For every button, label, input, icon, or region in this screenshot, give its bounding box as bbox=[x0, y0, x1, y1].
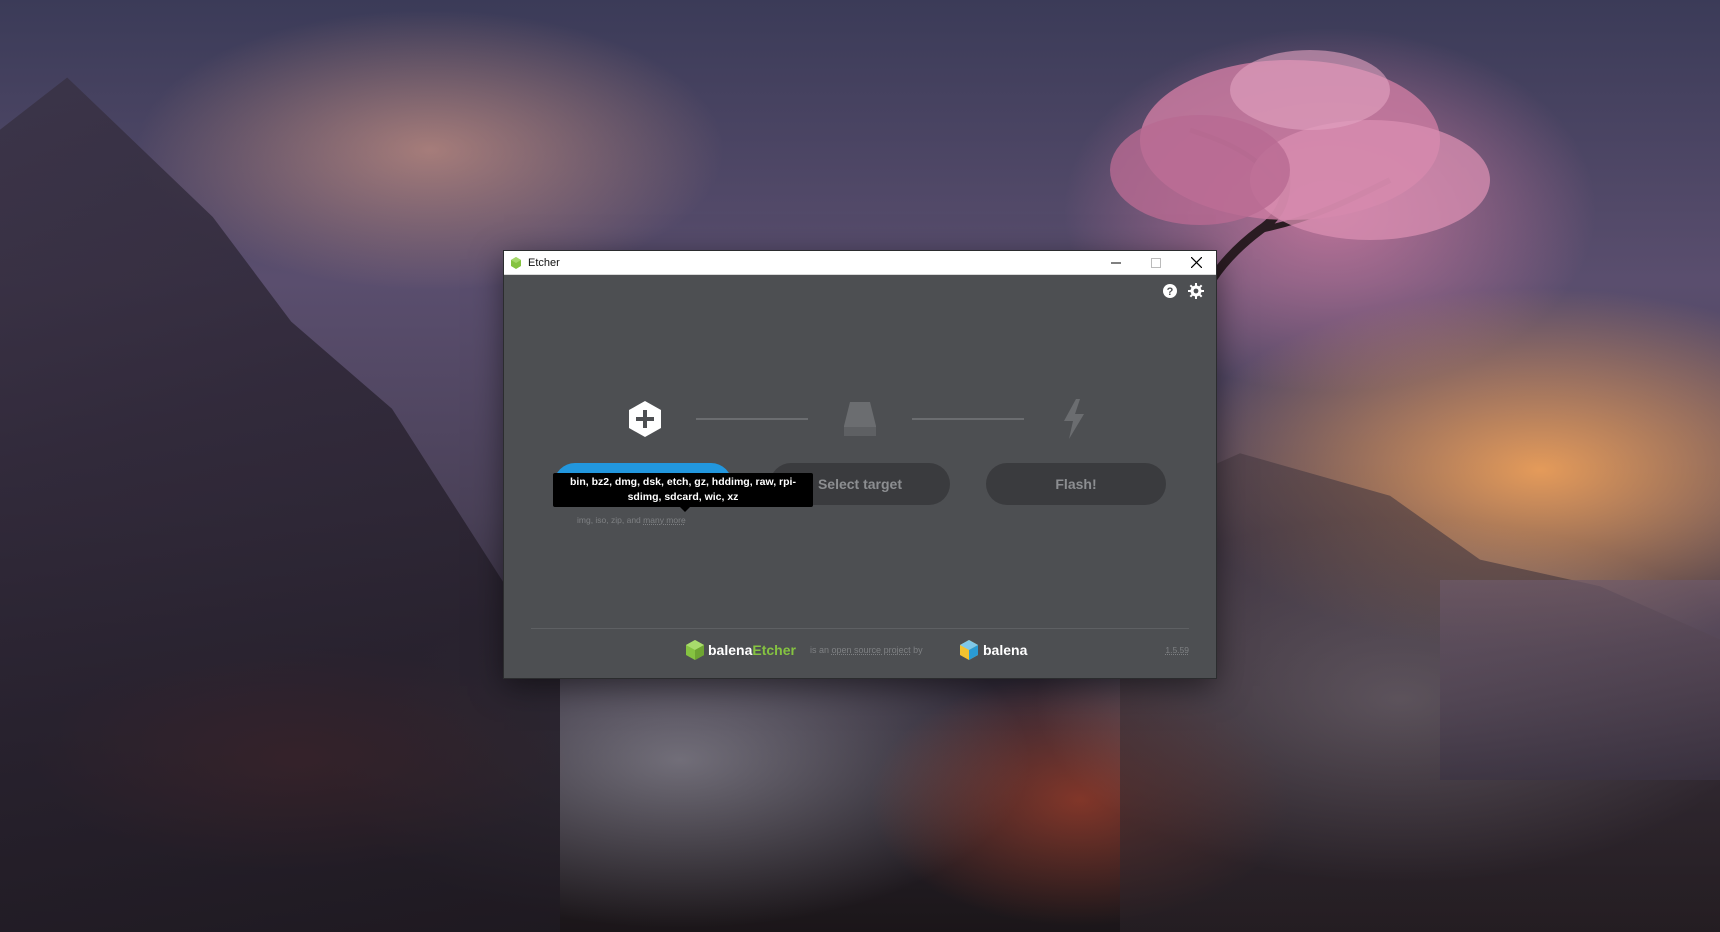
footer-tagline: is an open source project by bbox=[810, 645, 923, 655]
tooltip-line-2: sdimg, sdcard, wic, xz bbox=[627, 491, 739, 503]
footer: balena Etcher is an open source project b… bbox=[504, 640, 1216, 660]
balena-etcher-logo[interactable]: balena Etcher bbox=[686, 640, 796, 660]
maximize-button[interactable] bbox=[1136, 251, 1176, 274]
balena-cube-icon bbox=[960, 640, 978, 660]
title-bar[interactable]: Etcher bbox=[504, 251, 1216, 275]
etcher-app-icon bbox=[511, 256, 521, 269]
footer-divider bbox=[531, 628, 1189, 629]
brand-part-2: Etcher bbox=[752, 642, 796, 658]
wallpaper-sea bbox=[1440, 580, 1720, 780]
lightning-icon bbox=[1064, 399, 1084, 439]
balena-logo[interactable]: balena bbox=[960, 640, 1027, 660]
wallpaper-cliff-left bbox=[0, 77, 560, 932]
plus-hexagon-icon[interactable] bbox=[627, 400, 663, 438]
close-button[interactable] bbox=[1176, 251, 1216, 274]
tagline-by: by bbox=[913, 645, 923, 655]
help-circle-icon[interactable]: ? bbox=[1162, 283, 1178, 299]
version-label[interactable]: 1.5.59 bbox=[1165, 645, 1189, 655]
etcher-window: Etcher ? Select target Flash! bin, bz2, … bbox=[504, 251, 1216, 678]
minimize-icon bbox=[1111, 262, 1121, 263]
etcher-cube-icon bbox=[686, 640, 704, 660]
supported-formats-tooltip: bin, bz2, dmg, dsk, etch, gz, hddimg, ra… bbox=[553, 473, 813, 507]
tooltip-arrow bbox=[680, 507, 690, 512]
close-icon bbox=[1190, 257, 1202, 268]
brand-part-1: balena bbox=[708, 642, 753, 658]
company-name: balena bbox=[983, 642, 1028, 658]
step-connector-2 bbox=[912, 418, 1024, 420]
tagline-is-an: is an bbox=[810, 645, 830, 655]
maximize-icon bbox=[1151, 257, 1161, 268]
flash-button[interactable]: Flash! bbox=[986, 463, 1166, 505]
formats-note-prefix: img, iso, zip, and bbox=[577, 515, 641, 525]
step-connector-1 bbox=[696, 418, 808, 420]
drive-icon bbox=[844, 402, 876, 436]
open-source-project-link[interactable]: open source project bbox=[832, 645, 911, 655]
tooltip-line-1: bin, bz2, dmg, dsk, etch, gz, hddimg, ra… bbox=[570, 476, 796, 488]
svg-text:?: ? bbox=[1167, 286, 1174, 298]
minimize-button[interactable] bbox=[1096, 251, 1136, 274]
formats-note: img, iso, zip, and many more bbox=[577, 515, 686, 525]
window-title: Etcher bbox=[528, 256, 560, 269]
many-more-link[interactable]: many more bbox=[643, 515, 686, 525]
gear-icon[interactable] bbox=[1188, 283, 1204, 299]
